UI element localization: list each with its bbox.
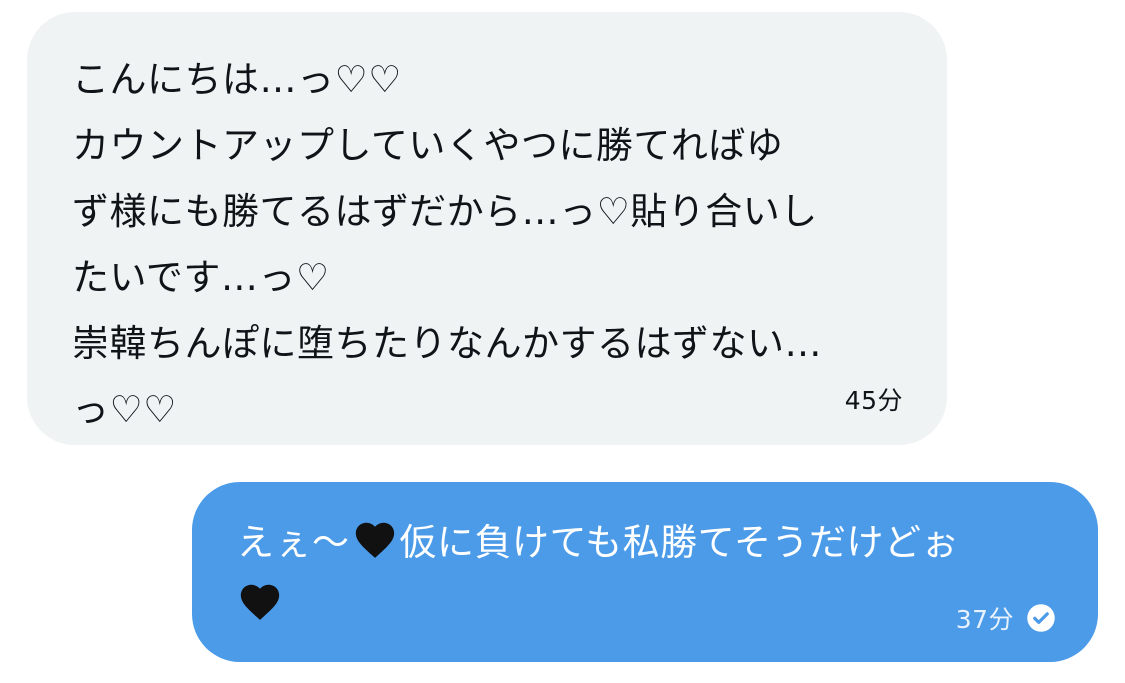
message-timestamp: 45分	[844, 386, 903, 415]
black-heart-icon	[240, 584, 280, 620]
message-line: こんにちは…っ♡♡	[72, 58, 402, 101]
message-line: 崇韓ちんぽに堕ちたりなんかするはずない…	[72, 322, 822, 365]
black-heart-icon	[355, 522, 394, 558]
message-line: カウントアップしていくやつに勝てればゆ	[72, 124, 784, 167]
sent-message-bubble[interactable]: えぇ〜 仮に負けても私勝てそうだけどぉ 37分	[192, 482, 1098, 662]
message-line: っ♡♡	[72, 388, 177, 431]
message-status: 37分	[956, 600, 1056, 636]
message-line	[237, 574, 1058, 636]
message-text: 仮に負けても私勝てそうだけどぉ	[399, 521, 960, 564]
message-line: たいです…っ♡	[72, 256, 330, 299]
message-line: ず様にも勝てるはずだから…っ♡貼り合いし	[72, 190, 818, 233]
message-timestamp: 37分	[955, 605, 1014, 634]
message-text: えぇ〜	[237, 521, 350, 564]
read-check-icon	[1027, 604, 1055, 632]
received-message-bubble[interactable]: こんにちは…っ♡♡ カウントアップしていくやつに勝てればゆ ず様にも勝てるはずだ…	[27, 12, 947, 445]
message-line: えぇ〜 仮に負けても私勝てそうだけどぉ	[237, 512, 1058, 574]
